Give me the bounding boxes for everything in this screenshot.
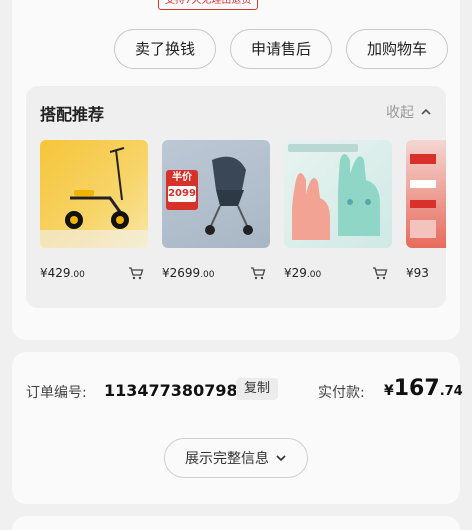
product-card[interactable]: ¥429.00 [40,140,148,280]
paid-amount-label: 实付款: [318,385,365,401]
cart-icon[interactable] [372,266,388,280]
product-image-balance-bike[interactable] [40,140,148,248]
order-info-card: 订单编号: 113477380798 复制 实付款: ¥167.74 展示完整信… [12,352,463,504]
return-policy-badge: 支持7天无理由退货 [158,0,259,10]
collapse-label: 收起 [386,105,414,121]
after-sales-button[interactable]: 申请售后 [230,29,332,69]
show-full-info-label: 展示完整信息 [185,451,269,467]
cart-icon[interactable] [250,266,266,280]
add-to-cart-button[interactable]: 加购物车 [346,29,448,69]
product-price: ¥93 [406,266,429,280]
product-price: ¥29.00 [284,266,322,280]
recommendation-panel: 搭配推荐 收起 ¥429.00 半价 2099 ¥2699.00 ¥29.00 … [26,86,446,308]
product-image-rabbit-toy[interactable] [284,140,392,248]
product-card[interactable]: 半价 2099 ¥2699.00 [162,140,270,280]
chevron-down-icon [276,455,286,462]
next-card [12,516,460,530]
action-buttons: 卖了换钱 申请售后 加购物车 [12,29,460,69]
order-number-label: 订单编号: [26,385,87,401]
product-card[interactable]: ¥29.00 [284,140,392,280]
paid-amount: ¥167.74 [384,376,463,401]
product-card[interactable]: ¥93 [406,140,446,280]
sell-button[interactable]: 卖了换钱 [114,29,216,69]
product-image-partial[interactable] [406,140,446,248]
recommendation-title: 搭配推荐 [40,105,105,124]
chevron-up-icon [421,108,431,115]
product-image-stroller[interactable]: 半价 2099 [162,140,270,248]
product-price: ¥2699.00 [162,266,215,280]
order-number: 113477380798 [104,381,238,400]
collapse-button[interactable]: 收起 [386,102,432,122]
show-full-info-button[interactable]: 展示完整信息 [164,438,308,478]
cart-icon[interactable] [128,266,144,280]
order-actions-card: 支持7天无理由退货 卖了换钱 申请售后 加购物车 搭配推荐 收起 ¥429.00… [12,0,460,340]
product-price: ¥429.00 [40,266,85,280]
copy-order-number-button[interactable]: 复制 [236,378,279,400]
